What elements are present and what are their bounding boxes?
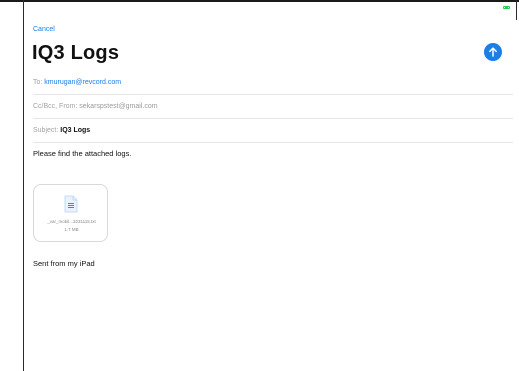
attachment-filename: _var_mobil...3231115.txt [47,219,96,224]
page-title: IQ3 Logs [32,42,120,64]
cc-from-label: Cc/Bcc, From: [33,103,80,110]
battery-icon [503,6,510,9]
left-bezel [23,0,24,371]
attachment-size: 1.7 MB [64,227,79,232]
subject-label: Subject: [33,127,61,134]
document-icon [64,195,78,213]
signature[interactable]: Sent from my iPad [33,259,95,268]
subject-field[interactable]: Subject: IQ3 Logs [33,119,513,143]
attachment-card[interactable]: _var_mobil...3231115.txt 1.7 MB [33,184,108,242]
to-label: To: [33,79,45,86]
to-field[interactable]: To: kmurugan@revcord.com [33,71,513,95]
to-recipient[interactable]: kmurugan@revcord.com [44,79,121,86]
arrow-up-icon [489,47,497,57]
cancel-button[interactable]: Cancel [33,26,55,33]
cc-from-field[interactable]: Cc/Bcc, From: sekarspstest@gmail.com [33,95,513,119]
top-bezel [0,0,519,2]
divider [33,142,513,143]
subject-value[interactable]: IQ3 Logs [60,127,90,134]
message-body[interactable]: Please find the attached logs. [33,149,131,158]
send-button[interactable] [484,43,502,61]
right-bezel [516,0,517,20]
from-address[interactable]: sekarspstest@gmail.com [79,103,157,110]
